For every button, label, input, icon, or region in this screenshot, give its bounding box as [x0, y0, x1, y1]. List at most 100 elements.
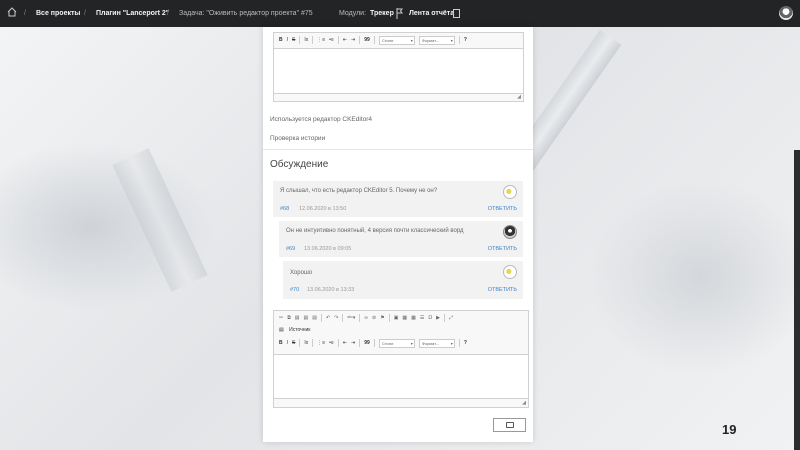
comment-avatar	[503, 185, 517, 199]
copy-icon[interactable]: ⧉	[287, 315, 291, 321]
outdent-icon[interactable]: ⇤	[343, 37, 347, 43]
toolbar-separator	[337, 339, 339, 347]
comment-id-link[interactable]: #69	[286, 246, 295, 252]
help-button[interactable]: ?	[464, 37, 467, 43]
tracker-link[interactable]: Трекер	[370, 10, 394, 17]
resize-handle-icon[interactable]: ◢	[517, 94, 521, 100]
source-label: Источник	[289, 327, 311, 333]
home-icon[interactable]	[7, 7, 17, 17]
numbered-list-icon[interactable]: ⋮≡	[317, 37, 325, 43]
toolbar-separator	[373, 339, 375, 347]
redo-icon[interactable]: ↷	[334, 315, 338, 321]
toolbar-separator	[458, 339, 460, 347]
breadcrumb-task: Задача: "Оживить редактор проекта" #75	[179, 10, 313, 17]
blockquote-button[interactable]: 99	[364, 37, 370, 43]
editor-toolbar-row3: B I S Ix ⋮≡ •≡ ⇤ ⇥ 99 Стили Формат... ?	[279, 337, 471, 349]
flash-icon[interactable]: ▦	[402, 315, 407, 321]
comment-text: Я слышал, что есть редактор CKEditor 5. …	[280, 188, 438, 194]
paste-word-icon[interactable]: ▤	[312, 315, 317, 321]
comment-id-link[interactable]: #68	[280, 206, 289, 212]
reply-button[interactable]: ОТВЕТИТЬ	[488, 246, 517, 252]
italic-button[interactable]: I	[287, 37, 288, 43]
remove-format-button[interactable]: Ix	[304, 340, 308, 346]
source-icon: ▤	[279, 327, 284, 333]
comment-item: Он не интуитивно понятный, 4 версия почт…	[279, 221, 523, 257]
comment-editor: ✂ ⧉ ▤ ▤ ▤ ↶ ↷ ᵃᵇᶜ▾ ∞ ⊘ ⚑ ▣ ▦ ▦ ☰ Ω ▶ ⤢ ▤…	[273, 310, 529, 408]
paste-text-icon[interactable]: ▤	[304, 315, 309, 321]
comment-text-area[interactable]	[274, 354, 528, 399]
bulleted-list-icon[interactable]: •≡	[329, 37, 334, 43]
breadcrumb-plugin[interactable]: Плагин "Lanceport 2"	[96, 10, 169, 17]
comment-text: Он не интуитивно понятный, 4 версия почт…	[286, 228, 464, 234]
editor-toolbar-row1: ✂ ⧉ ▤ ▤ ▤ ↶ ↷ ᵃᵇᶜ▾ ∞ ⊘ ⚑ ▣ ▦ ▦ ☰ Ω ▶ ⤢	[279, 312, 457, 324]
reply-button[interactable]: ОТВЕТИТЬ	[488, 287, 517, 293]
paste-icon[interactable]: ▤	[295, 315, 300, 321]
breadcrumb-separator: /	[167, 10, 169, 17]
scrollbar[interactable]	[794, 150, 800, 450]
user-avatar[interactable]	[779, 6, 793, 20]
report-feed-link[interactable]: Лента отчёта	[409, 10, 454, 17]
breadcrumb-all-projects[interactable]: Все проекты	[36, 10, 80, 17]
comment-date: 13.06.2020 в 13:33	[307, 287, 355, 293]
video-icon[interactable]: ▶	[436, 315, 440, 321]
comment-text: Хорошо	[290, 270, 313, 276]
outdent-icon[interactable]: ⇤	[343, 340, 347, 346]
remove-format-button[interactable]: Ix	[304, 37, 308, 43]
toolbar-separator	[373, 36, 375, 44]
help-button[interactable]: ?	[464, 340, 467, 346]
strike-button[interactable]: S	[292, 340, 295, 346]
anchor-icon[interactable]: ⚑	[380, 315, 384, 321]
toolbar-separator	[458, 36, 460, 44]
cut-icon[interactable]: ✂	[279, 315, 283, 321]
description-editor: B I S Ix ⋮≡ •≡ ⇤ ⇥ 99 Стили Формат... ? …	[273, 32, 524, 102]
bold-button[interactable]: B	[279, 37, 283, 43]
toolbar-separator	[342, 314, 344, 322]
slide-number: 19	[722, 422, 737, 437]
toolbar-separator	[337, 36, 339, 44]
comment-icon	[506, 422, 514, 428]
description-text-area[interactable]	[274, 48, 523, 94]
comment-item: Я слышал, что есть редактор CKEditor 5. …	[273, 181, 523, 217]
resize-handle-icon[interactable]: ◢	[522, 400, 526, 406]
toolbar-separator	[359, 314, 361, 322]
toolbar-separator	[388, 314, 390, 322]
unlink-icon[interactable]: ⊘	[372, 315, 376, 321]
breadcrumb-separator: /	[84, 10, 86, 17]
comment-date: 13.06.2020 в 09:05	[304, 246, 352, 252]
strike-button[interactable]: S	[292, 37, 295, 43]
toolbar-separator	[359, 36, 361, 44]
breadcrumb-separator: /	[24, 10, 26, 17]
format-dropdown[interactable]: Формат...	[418, 338, 455, 348]
history-check-link[interactable]: Проверка истории	[270, 135, 325, 142]
source-button[interactable]: ▤ Источник	[279, 327, 314, 333]
italic-button[interactable]: I	[287, 340, 288, 346]
send-comment-button[interactable]	[493, 418, 526, 432]
toolbar-separator	[299, 36, 301, 44]
comment-id-link[interactable]: #70	[290, 287, 299, 293]
table-icon[interactable]: ▦	[411, 315, 416, 321]
link-icon[interactable]: ∞	[364, 315, 368, 321]
maximize-icon[interactable]: ⤢	[449, 315, 453, 321]
toolbar-separator	[320, 314, 322, 322]
modules-label: Модули:	[339, 10, 367, 17]
bold-button[interactable]: B	[279, 340, 283, 346]
numbered-list-icon[interactable]: ⋮≡	[317, 340, 325, 346]
editor-info-text: Используется редактор CKEditor4	[270, 116, 373, 123]
special-char-icon[interactable]: Ω	[428, 315, 432, 321]
undo-icon[interactable]: ↶	[326, 315, 330, 321]
image-icon[interactable]: ▣	[394, 315, 399, 321]
comment-avatar	[503, 225, 517, 239]
blockquote-button[interactable]: 99	[364, 340, 370, 346]
spellcheck-icon[interactable]: ᵃᵇᶜ▾	[347, 315, 355, 321]
indent-icon[interactable]: ⇥	[351, 37, 355, 43]
styles-dropdown[interactable]: Стили	[378, 35, 415, 45]
reply-button[interactable]: ОТВЕТИТЬ	[488, 206, 517, 212]
discussion-title: Обсуждение	[270, 159, 329, 170]
format-dropdown[interactable]: Формат...	[418, 35, 455, 45]
horizontal-line-icon[interactable]: ☰	[420, 315, 424, 321]
indent-icon[interactable]: ⇥	[351, 340, 355, 346]
bulleted-list-icon[interactable]: •≡	[329, 340, 334, 346]
styles-dropdown[interactable]: Стили	[378, 338, 415, 348]
comment-item: Хорошо #70 13.06.2020 в 13:33 ОТВЕТИТЬ	[283, 261, 523, 299]
comment-avatar	[503, 265, 517, 279]
